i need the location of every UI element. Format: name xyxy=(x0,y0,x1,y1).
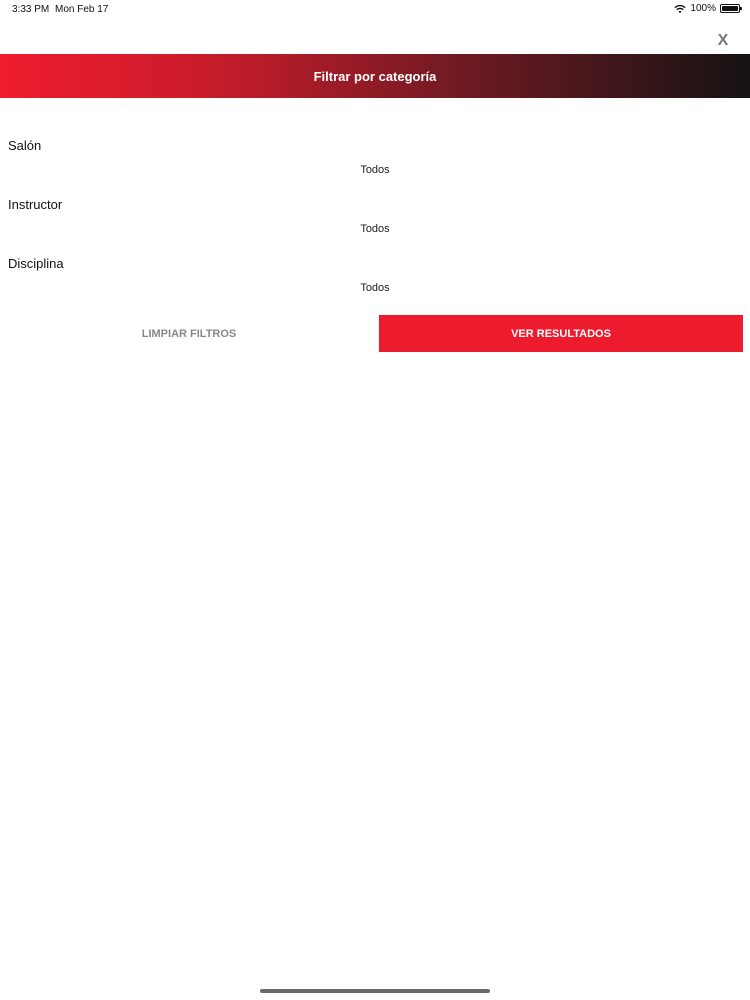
status-indicators: 100% xyxy=(674,3,742,14)
filter-label: Salón xyxy=(8,138,42,153)
view-results-button[interactable]: VER RESULTADOS xyxy=(379,315,743,352)
filter-label: Instructor xyxy=(8,197,63,212)
battery-level-fill xyxy=(722,6,738,11)
home-indicator[interactable] xyxy=(260,989,490,993)
close-button[interactable]: X xyxy=(712,30,734,52)
wifi-icon xyxy=(674,4,687,13)
filter-value-select[interactable]: Todos xyxy=(0,223,750,235)
battery-icon xyxy=(720,4,742,13)
page-title: Filtrar por categoría xyxy=(313,68,437,84)
filter-disciplina: Disciplina Todos xyxy=(0,256,750,315)
status-date: Mon Feb 17 xyxy=(55,4,109,15)
filter-value-select[interactable]: Todos xyxy=(0,164,750,176)
status-time: 3:33 PM xyxy=(12,4,50,15)
filter-salon: Salón Todos xyxy=(0,138,750,197)
filter-label: Disciplina xyxy=(8,256,64,271)
status-bar: 3:33 PM Mon Feb 17 100% xyxy=(0,0,750,20)
header-bar: Filtrar por categoría xyxy=(0,54,750,98)
filter-instructor: Instructor Todos xyxy=(0,197,750,256)
clear-filters-button[interactable]: LIMPIAR FILTROS xyxy=(0,315,378,352)
filter-value-select[interactable]: Todos xyxy=(0,282,750,294)
battery-percent: 100% xyxy=(690,3,716,14)
